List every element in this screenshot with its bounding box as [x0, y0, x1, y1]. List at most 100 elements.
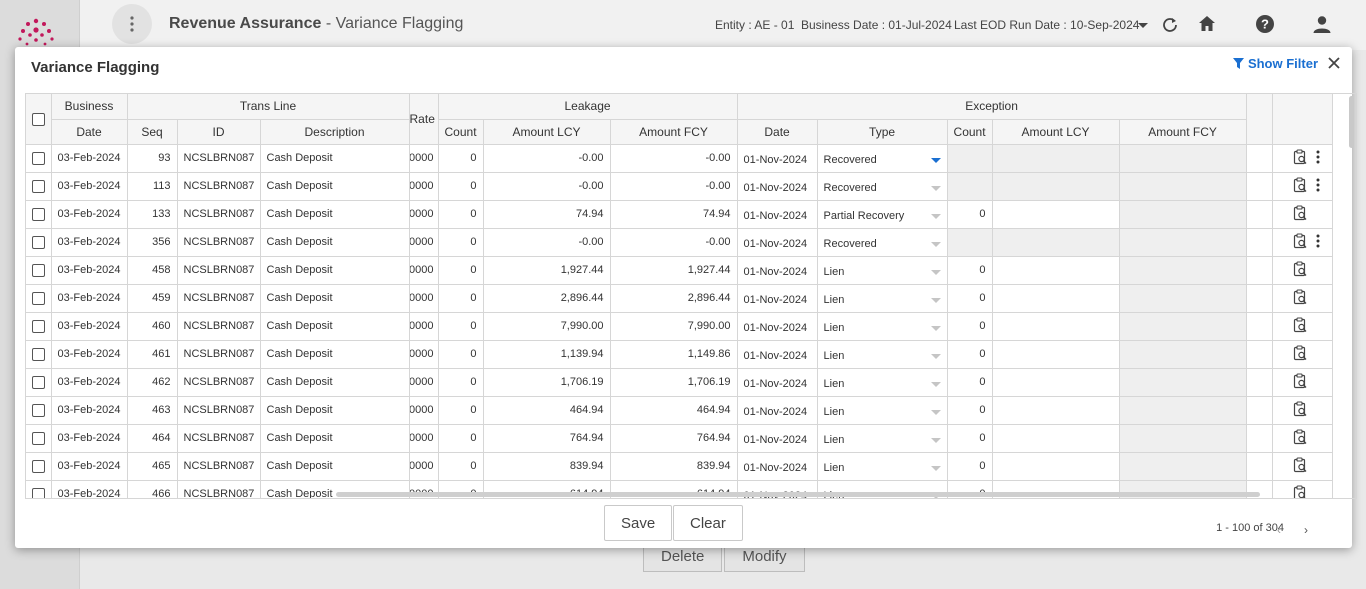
chevron-down-icon[interactable] — [930, 353, 941, 359]
chevron-down-icon[interactable] — [930, 437, 941, 443]
row-checkbox[interactable] — [32, 179, 45, 193]
chevron-down-icon[interactable] — [930, 325, 941, 331]
exception-type-select[interactable]: Recovered — [824, 178, 941, 194]
row-checkbox[interactable] — [32, 235, 45, 249]
chevron-down-icon[interactable] — [930, 381, 941, 387]
exception-date-cell[interactable]: 01-Nov-2024 — [737, 284, 818, 313]
chevron-down-icon[interactable] — [930, 409, 941, 415]
table-row[interactable]: 03-Feb-2024 465 NCSLBRN087 Cash Deposit 0000… — [26, 452, 1333, 481]
exception-count-cell[interactable]: 0 — [947, 396, 993, 425]
exception-date-cell[interactable]: 01-Nov-2024 — [737, 340, 818, 369]
user-icon[interactable] — [1312, 14, 1332, 34]
exception-amount-lcy-cell[interactable] — [992, 284, 1120, 313]
clipboard-search-icon[interactable] — [1292, 148, 1308, 168]
exception-type-select[interactable]: Recovered — [824, 234, 941, 250]
save-button[interactable]: Save — [604, 505, 673, 541]
chevron-down-icon[interactable] — [930, 465, 941, 471]
table-row[interactable]: 03-Feb-2024 460 NCSLBRN087 Cash Deposit 0000… — [26, 312, 1333, 341]
exception-date-cell[interactable]: 01-Nov-2024 — [737, 256, 818, 285]
exception-type-cell[interactable]: Lien — [817, 424, 948, 453]
clipboard-search-icon[interactable] — [1292, 316, 1308, 336]
exception-count-cell[interactable]: 0 — [947, 452, 993, 481]
exception-type-select[interactable]: Lien — [824, 290, 941, 306]
exception-amount-lcy-cell[interactable] — [992, 368, 1120, 397]
table-row[interactable]: 03-Feb-2024 463 NCSLBRN087 Cash Deposit 0000… — [26, 396, 1333, 425]
exception-amount-lcy-cell[interactable] — [992, 312, 1120, 341]
exception-type-select[interactable]: Lien — [824, 346, 941, 362]
exception-type-select[interactable]: Lien — [824, 262, 941, 278]
table-row[interactable]: 03-Feb-2024 133 NCSLBRN087 Cash Deposit 0000… — [26, 200, 1333, 229]
clipboard-search-icon[interactable] — [1292, 232, 1308, 252]
chevron-down-icon[interactable] — [930, 241, 941, 247]
exception-type-select[interactable]: Lien — [824, 374, 941, 390]
clipboard-search-icon[interactable] — [1292, 428, 1308, 448]
exception-type-cell[interactable]: Lien — [817, 452, 948, 481]
exception-type-cell[interactable]: Lien — [817, 340, 948, 369]
exception-type-cell[interactable]: Recovered — [817, 228, 948, 257]
exception-amount-lcy-cell[interactable] — [992, 340, 1120, 369]
exception-count-cell[interactable]: 0 — [947, 256, 993, 285]
clipboard-search-icon[interactable] — [1292, 204, 1308, 224]
row-checkbox[interactable] — [32, 431, 45, 445]
table-row[interactable]: 03-Feb-2024 462 NCSLBRN087 Cash Deposit 0000… — [26, 368, 1333, 397]
row-checkbox[interactable] — [32, 319, 45, 333]
exception-count-cell[interactable]: 0 — [947, 312, 993, 341]
table-row[interactable]: 03-Feb-2024 464 NCSLBRN087 Cash Deposit 0000… — [26, 424, 1333, 453]
exception-type-select[interactable]: Lien — [824, 318, 941, 334]
exception-type-select[interactable]: Lien — [824, 402, 941, 418]
table-row[interactable]: 03-Feb-2024 93 NCSLBRN087 Cash Deposit 0000 0… — [26, 144, 1333, 173]
row-checkbox[interactable] — [32, 375, 45, 389]
clear-button[interactable]: Clear — [673, 505, 743, 541]
refresh-icon[interactable] — [1160, 15, 1180, 35]
clipboard-search-icon[interactable] — [1292, 456, 1308, 476]
row-checkbox[interactable] — [32, 459, 45, 473]
exception-date-cell[interactable]: 01-Nov-2024 — [737, 172, 818, 201]
exception-amount-lcy-cell[interactable] — [992, 424, 1120, 453]
table-row[interactable]: 03-Feb-2024 113 NCSLBRN087 Cash Deposit 0000… — [26, 172, 1333, 201]
exception-amount-lcy-cell[interactable] — [992, 452, 1120, 481]
clipboard-search-icon[interactable] — [1292, 372, 1308, 392]
show-filter-button[interactable]: Show Filter — [1232, 56, 1318, 71]
exception-type-cell[interactable]: Recovered — [817, 144, 948, 173]
clipboard-search-icon[interactable] — [1292, 400, 1308, 420]
table-row[interactable]: 03-Feb-2024 356 NCSLBRN087 Cash Deposit 0000… — [26, 228, 1333, 257]
clipboard-search-icon[interactable] — [1292, 176, 1308, 196]
exception-count-cell[interactable]: 0 — [947, 340, 993, 369]
table-row[interactable]: 03-Feb-2024 458 NCSLBRN087 Cash Deposit 0000… — [26, 256, 1333, 285]
exception-type-cell[interactable]: Lien — [817, 284, 948, 313]
exception-type-cell[interactable]: Lien — [817, 396, 948, 425]
exception-date-cell[interactable]: 01-Nov-2024 — [737, 312, 818, 341]
clipboard-search-icon[interactable] — [1292, 288, 1308, 308]
chevron-down-icon[interactable] — [930, 185, 941, 191]
row-checkbox[interactable] — [32, 347, 45, 361]
exception-type-cell[interactable]: Lien — [817, 368, 948, 397]
row-checkbox[interactable] — [32, 151, 45, 165]
exception-type-cell[interactable]: Partial Recovery — [817, 200, 948, 229]
table-row[interactable]: 03-Feb-2024 459 NCSLBRN087 Cash Deposit 0000… — [26, 284, 1333, 313]
vertical-scrollbar[interactable] — [1349, 96, 1354, 148]
chevron-down-icon[interactable] — [930, 157, 941, 163]
help-icon[interactable]: ? — [1255, 14, 1275, 34]
more-vertical-icon[interactable] — [1312, 234, 1320, 251]
exception-type-cell[interactable]: Recovered — [817, 172, 948, 201]
row-checkbox[interactable] — [32, 263, 45, 277]
table-row[interactable]: 03-Feb-2024 461 NCSLBRN087 Cash Deposit 0000… — [26, 340, 1333, 369]
row-checkbox[interactable] — [32, 487, 45, 498]
exception-count-cell[interactable]: 0 — [947, 200, 993, 229]
horizontal-scrollbar[interactable] — [336, 492, 1260, 497]
more-vertical-icon[interactable] — [1312, 150, 1320, 167]
clipboard-search-icon[interactable] — [1292, 344, 1308, 364]
row-checkbox[interactable] — [32, 207, 45, 221]
chevron-down-icon[interactable] — [930, 297, 941, 303]
exception-type-cell[interactable]: Lien — [817, 256, 948, 285]
exception-type-select[interactable]: Partial Recovery — [824, 206, 941, 222]
exception-type-select[interactable]: Lien — [824, 430, 941, 446]
exception-date-cell[interactable]: 01-Nov-2024 — [737, 200, 818, 229]
row-checkbox[interactable] — [32, 291, 45, 305]
chevron-down-icon[interactable] — [930, 269, 941, 275]
prev-page-icon[interactable]: ‹ — [1277, 523, 1281, 537]
exception-amount-lcy-cell[interactable] — [992, 396, 1120, 425]
chevron-down-icon[interactable] — [1133, 15, 1153, 35]
more-vertical-icon[interactable] — [1312, 178, 1320, 195]
exception-amount-lcy-cell[interactable] — [992, 200, 1120, 229]
